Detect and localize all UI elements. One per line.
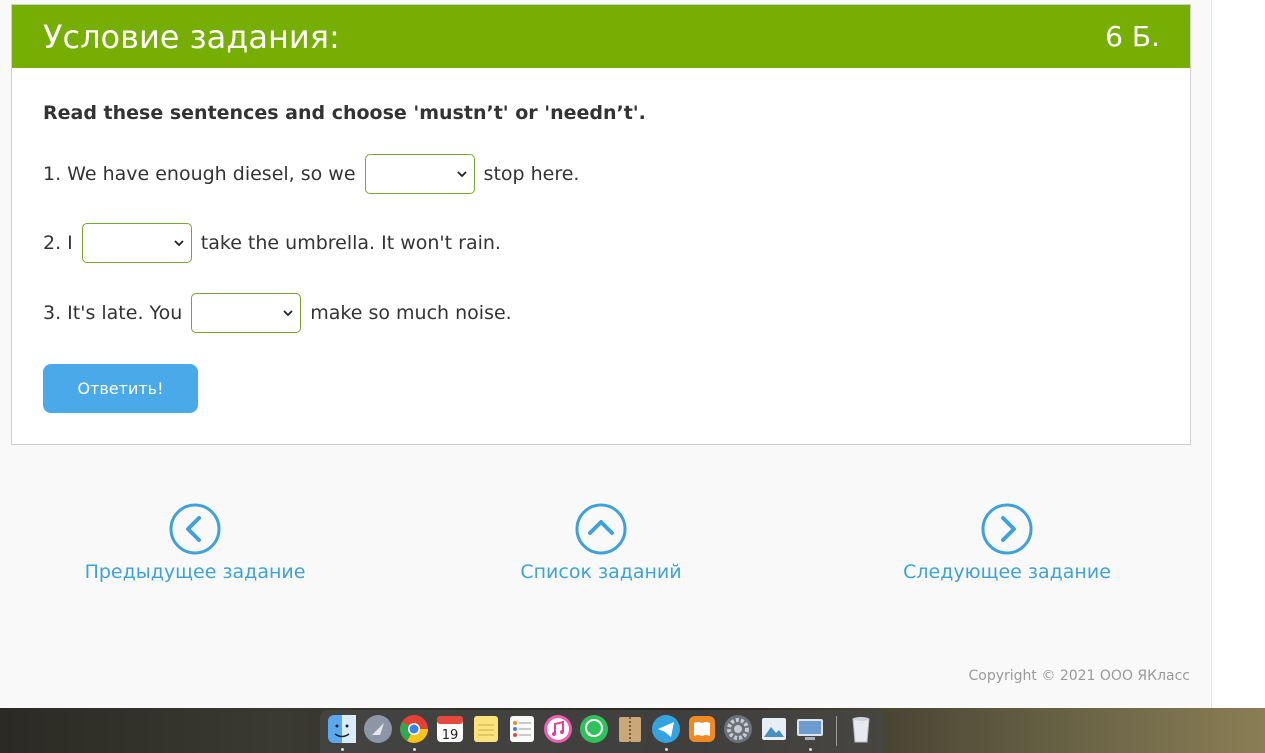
task-list-label[interactable]: Список заданий: [520, 561, 681, 583]
chevron-down-icon: [283, 310, 293, 317]
sentence-1-after: stop here.: [483, 163, 580, 185]
task-list-link[interactable]: Список заданий: [471, 503, 731, 583]
notes-icon[interactable]: [470, 713, 502, 745]
chevron-down-icon: [456, 171, 467, 178]
sentence-2-after: take the umbrella. It won't rain.: [200, 232, 501, 254]
chevron-down-icon: [174, 240, 184, 247]
calendar-icon[interactable]: 19: [434, 713, 466, 745]
running-indicator: [341, 748, 344, 751]
dock-separator: [836, 716, 837, 746]
reminders-icon[interactable]: [506, 713, 538, 745]
sentence-3-after: make so much noise.: [310, 302, 512, 324]
sentence-2-before: 2. I: [43, 232, 73, 254]
chevron-right-circle-icon[interactable]: [981, 503, 1033, 555]
books-icon[interactable]: [686, 713, 718, 745]
sentence-1-before: 1. We have enough diesel, so we: [43, 163, 356, 185]
copyright: Copyright © 2021 ООО ЯКласс: [968, 668, 1190, 684]
task-instruction: Read these sentences and choose 'mustn’t…: [43, 102, 646, 124]
sentence-2: 2. I take the umbrella. It won't rain.: [43, 222, 501, 264]
prev-task-link[interactable]: Предыдущее задание: [65, 503, 325, 583]
macos-dock: 19: [320, 710, 883, 753]
sentence-2-dropdown[interactable]: [81, 223, 192, 263]
prev-task-label[interactable]: Предыдущее задание: [85, 561, 306, 583]
preview-icon[interactable]: [758, 713, 790, 745]
whatsapp-icon[interactable]: [578, 713, 610, 745]
system-preferences-icon[interactable]: [722, 713, 754, 745]
sentence-3: 3. It's late. You make so much noise.: [43, 292, 512, 334]
next-task-link[interactable]: Следующее задание: [877, 503, 1137, 583]
telegram-icon[interactable]: [650, 713, 682, 745]
task-header: Условие задания: 6 Б.: [12, 5, 1190, 68]
chevron-left-circle-icon[interactable]: [169, 503, 221, 555]
running-indicator: [413, 748, 416, 751]
submit-button[interactable]: Ответить!: [43, 364, 198, 413]
sentence-1: 1. We have enough diesel, so we stop her…: [43, 153, 579, 195]
finder-icon[interactable]: [326, 713, 358, 745]
itunes-icon[interactable]: [542, 713, 574, 745]
page-right-margin: [1211, 0, 1265, 708]
sentence-3-before: 3. It's late. You: [43, 302, 183, 324]
screen-sharing-icon[interactable]: [794, 713, 826, 745]
launchpad-icon[interactable]: [362, 713, 394, 745]
running-indicator: [809, 748, 812, 751]
task-points: 6 Б.: [1105, 20, 1160, 53]
task-title: Условие задания:: [43, 18, 340, 56]
next-task-label[interactable]: Следующее задание: [903, 561, 1111, 583]
running-indicator: [665, 748, 668, 751]
task-card: Условие задания: 6 Б. Read these sentenc…: [11, 4, 1191, 445]
archive-icon[interactable]: [614, 713, 646, 745]
sentence-1-dropdown[interactable]: [364, 154, 475, 194]
chrome-icon[interactable]: [398, 713, 430, 745]
trash-icon[interactable]: [845, 713, 877, 745]
chevron-up-circle-icon[interactable]: [575, 503, 627, 555]
calendar-day: 19: [442, 728, 459, 743]
sentence-3-dropdown[interactable]: [191, 293, 302, 333]
